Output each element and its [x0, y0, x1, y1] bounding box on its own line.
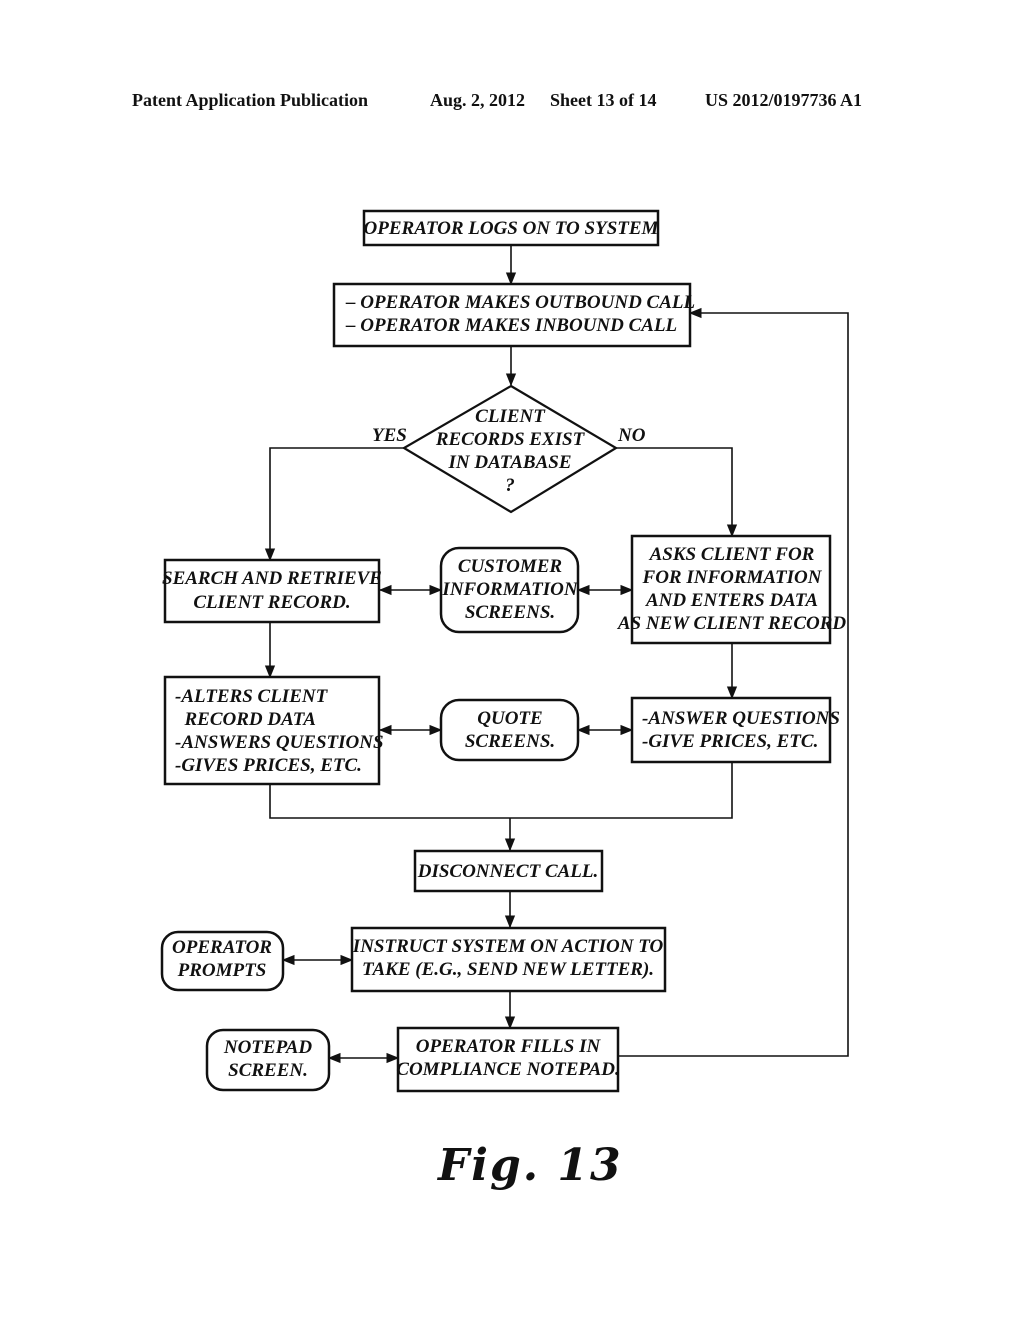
label-no: NO: [617, 425, 646, 446]
label-asks-1: FOR INFORMATION: [642, 567, 823, 588]
label-asks-2: AND ENTERS DATA: [645, 590, 818, 611]
label-prompts-0: OPERATOR: [172, 937, 272, 958]
flowchart: OPERATOR LOGS ON TO SYSTEM – OPERATOR MA…: [160, 209, 849, 1093]
label-calls-1: – OPERATOR MAKES INBOUND CALL: [345, 315, 677, 336]
label-notepad-1: SCREEN.: [228, 1060, 308, 1081]
label-instruct-0: INSTRUCT SYSTEM ON ACTION TO: [352, 936, 664, 957]
label-yes: YES: [372, 425, 407, 446]
figure-label: Fig. 13: [438, 1140, 623, 1191]
edge-alters-merge: [269, 784, 510, 819]
label-customer-2: SCREENS.: [465, 602, 555, 623]
label-quote-0: QUOTE: [477, 708, 542, 729]
label-search-1: CLIENT RECORD.: [193, 592, 350, 613]
label-decision-2: IN DATABASE: [447, 452, 571, 473]
label-compliance-1: COMPLIANCE NOTEPAD.: [396, 1059, 619, 1080]
label-customer-0: CUSTOMER: [458, 556, 562, 577]
label-instruct-1: TAKE (E.G., SEND NEW LETTER).: [362, 959, 654, 980]
label-alters-2: -ANSWERS QUESTIONS: [175, 732, 384, 753]
label-customer-1: INFORMATION: [441, 579, 578, 600]
label-calls-0: – OPERATOR MAKES OUTBOUND CALL: [345, 292, 695, 313]
edge-answer-merge: [510, 762, 733, 819]
label-answer-1: -GIVE PRICES, ETC.: [642, 731, 818, 752]
label-search-0: SEARCH AND RETRIEVE: [162, 568, 382, 589]
label-decision-1: RECORDS EXIST: [435, 429, 586, 450]
label-alters-1: RECORD DATA: [175, 709, 316, 730]
label-alters-0: -ALTERS CLIENT: [175, 686, 329, 707]
label-decision-3: ?: [505, 475, 515, 496]
label-asks-0: ASKS CLIENT FOR: [649, 544, 815, 565]
label-alters-3: -GIVES PRICES, ETC.: [175, 755, 362, 776]
label-answer-0: -ANSWER QUESTIONS: [642, 708, 840, 729]
edge-yes-search: [264, 447, 404, 562]
edge-no-asks: [616, 447, 738, 538]
label-asks-3: AS NEW CLIENT RECORD: [617, 613, 847, 634]
label-quote-1: SCREENS.: [465, 731, 555, 752]
label-disconnect-0: DISCONNECT CALL.: [417, 861, 599, 882]
label-logon-0: OPERATOR LOGS ON TO SYSTEM: [364, 218, 660, 239]
label-notepad-0: NOTEPAD: [223, 1037, 313, 1058]
label-prompts-1: PROMPTS: [177, 960, 267, 981]
label-compliance-0: OPERATOR FILLS IN: [416, 1036, 602, 1057]
label-decision-0: CLIENT: [475, 406, 546, 427]
